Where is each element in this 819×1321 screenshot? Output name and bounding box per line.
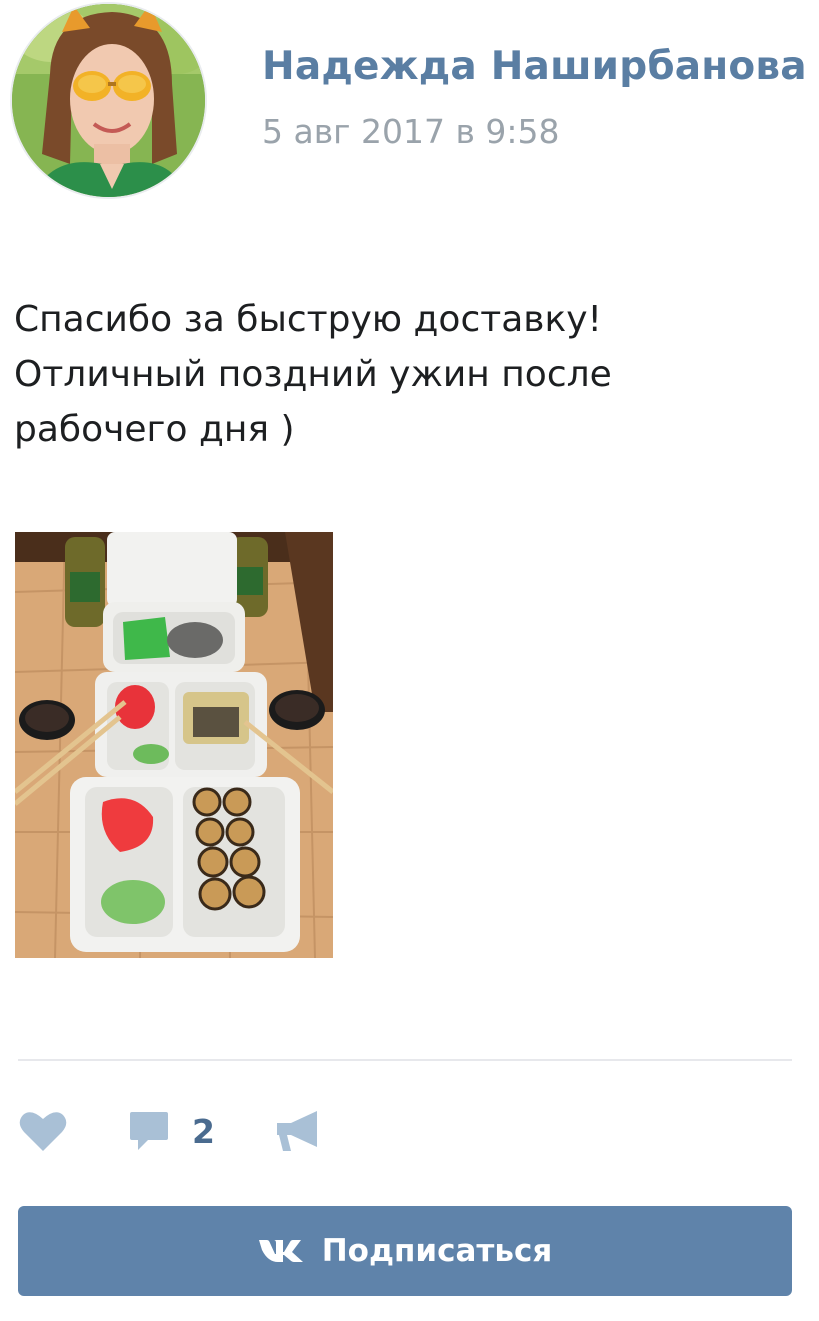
megaphone-icon <box>277 1111 317 1151</box>
comment-count: 2 <box>192 1111 215 1151</box>
avatar[interactable] <box>12 4 205 197</box>
author-name-link[interactable]: Надежда Наширбанова <box>262 44 807 89</box>
post-date-link[interactable]: 5 авг 2017 в 9:58 <box>262 112 560 151</box>
divider <box>18 1059 792 1061</box>
comment-icon <box>130 1112 168 1150</box>
post-text-line: Спасибо за быструю доставку! <box>14 299 602 340</box>
sushi-photo <box>15 532 333 958</box>
post-photo[interactable] <box>15 532 333 958</box>
post-text-line: Отличный поздний ужин после <box>14 354 612 395</box>
like-button[interactable] <box>18 1106 68 1156</box>
post-text: Спасибо за быструю доставку! Отличный по… <box>14 292 714 457</box>
comment-button[interactable]: 2 <box>128 1106 215 1156</box>
subscribe-label: Подписаться <box>321 1233 553 1269</box>
post-text-line: рабочего дня ) <box>14 409 295 450</box>
subscribe-button[interactable]: Подписаться <box>18 1206 792 1296</box>
vk-logo <box>258 1240 303 1262</box>
heart-icon <box>19 1112 67 1151</box>
avatar-photo <box>12 4 205 197</box>
share-button[interactable] <box>275 1106 321 1156</box>
